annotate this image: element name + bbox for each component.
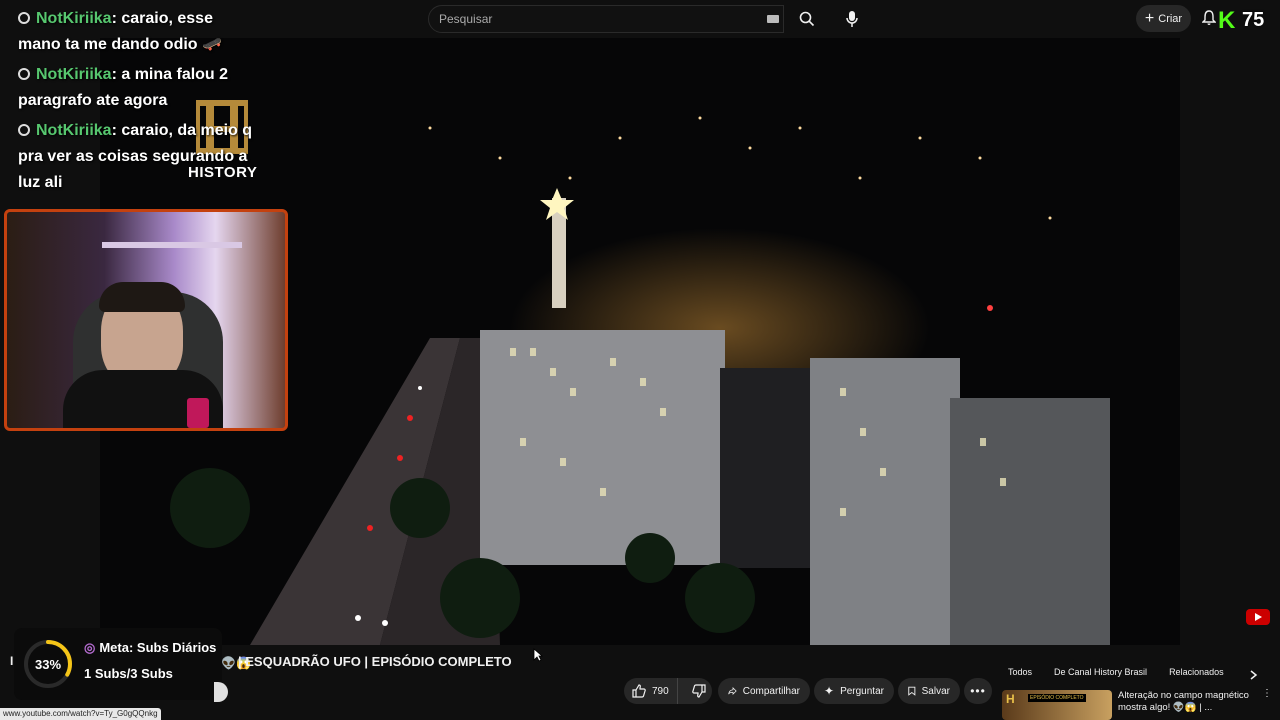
chip-channel[interactable]: De Canal History Brasil — [1046, 662, 1155, 682]
keyboard-icon[interactable] — [767, 15, 779, 23]
webcam-mug — [187, 398, 209, 428]
microphone-icon — [846, 11, 858, 27]
chat-message: NotKiriika: caraio, da meio q pra ver as… — [18, 118, 258, 196]
like-count: 790 — [652, 685, 669, 697]
goal-target-icon: ◎ — [84, 640, 96, 655]
chat-badge-icon — [18, 12, 30, 24]
create-label: Criar — [1158, 12, 1183, 25]
goal-count: 1 Subs/3 Subs — [84, 666, 173, 681]
thumbs-down-icon — [691, 684, 706, 698]
create-button[interactable]: + Criar — [1136, 5, 1191, 32]
save-label: Salvar — [921, 685, 950, 697]
subs-goal-widget: 33% ◎ Meta: Subs Diários 1 Subs/3 Subs — [14, 628, 222, 700]
title-prefix-letter: I — [10, 654, 14, 668]
save-button[interactable]: Salvar — [898, 678, 960, 704]
mouse-cursor-icon — [533, 648, 543, 662]
chat-username: NotKiriika — [36, 66, 112, 83]
thumb-badge: EPISÓDIO COMPLETO — [1028, 694, 1086, 702]
chat-badge-icon — [18, 68, 30, 80]
share-label: Compartilhar — [742, 685, 800, 697]
chat-badge-icon — [18, 124, 30, 136]
search-button[interactable] — [788, 5, 826, 33]
vertical-more-icon[interactable]: ⋮ — [1262, 689, 1272, 704]
search-icon — [799, 11, 815, 27]
voice-search-button[interactable] — [838, 5, 866, 33]
dislike-button[interactable] — [684, 678, 714, 704]
youtube-watermark-icon — [1246, 609, 1270, 625]
webcam-shelf — [102, 242, 242, 248]
chip-todos[interactable]: Todos — [1000, 662, 1040, 682]
plus-icon: + — [1144, 9, 1155, 27]
search-input[interactable] — [439, 6, 739, 32]
chip-related[interactable]: Relacionados — [1161, 662, 1232, 682]
chat-username: NotKiriika — [36, 10, 112, 27]
webcam-hair — [99, 282, 185, 312]
recommendation-thumbnail[interactable]: H EPISÓDIO COMPLETO — [1002, 690, 1112, 720]
youtube-watch-page: HISTORY + Criar K 75 NotKiriika: caraio,… — [0, 0, 1280, 720]
chat-message: NotKiriika: a mina falou 2 paragrafo ate… — [18, 62, 258, 114]
chat-message: NotKiriika: caraio, esse mano ta me dand… — [18, 6, 258, 58]
thumbs-up-icon — [632, 684, 646, 698]
kick-logo: K — [1218, 7, 1236, 34]
ask-button[interactable]: ✦ Perguntar — [814, 678, 894, 704]
sparkle-icon: ✦ — [824, 684, 835, 698]
bookmark-icon — [908, 686, 916, 696]
streamer-webcam — [4, 209, 288, 431]
like-button[interactable]: 790 — [624, 678, 678, 704]
chat-username: NotKiriika — [36, 122, 112, 139]
recommendation-title[interactable]: Alteração no campo magnético mostra algo… — [1118, 690, 1258, 714]
share-arrow-icon — [728, 686, 737, 696]
goal-title: ◎ Meta: Subs Diários — [84, 640, 217, 655]
more-horizontal-icon: ••• — [970, 684, 986, 698]
like-dislike-group: 790 — [624, 678, 712, 704]
subscribe-button-edge[interactable] — [214, 682, 228, 702]
video-title: | ESQUADRÃO UFO | EPISÓDIO COMPLETO — [238, 654, 512, 669]
stream-chat-overlay: NotKiriika: caraio, esse mano ta me dand… — [18, 6, 258, 200]
notifications-bell-icon[interactable] — [1202, 10, 1216, 26]
more-actions-button[interactable]: ••• — [964, 678, 992, 704]
history-thumb-logo: H — [1006, 692, 1015, 706]
status-bar-url: www.youtube.com/watch?v=Ty_G0gQQnkg — [0, 708, 161, 720]
chevron-right-icon[interactable] — [1246, 668, 1260, 682]
kick-viewer-count: 75 — [1242, 9, 1265, 31]
recommendation-chips: Todos De Canal History Brasil Relacionad… — [1000, 662, 1232, 682]
ask-label: Perguntar — [840, 685, 884, 697]
search-box[interactable] — [428, 5, 784, 33]
share-button[interactable]: Compartilhar — [718, 678, 810, 704]
goal-percent: 33% — [34, 656, 62, 672]
